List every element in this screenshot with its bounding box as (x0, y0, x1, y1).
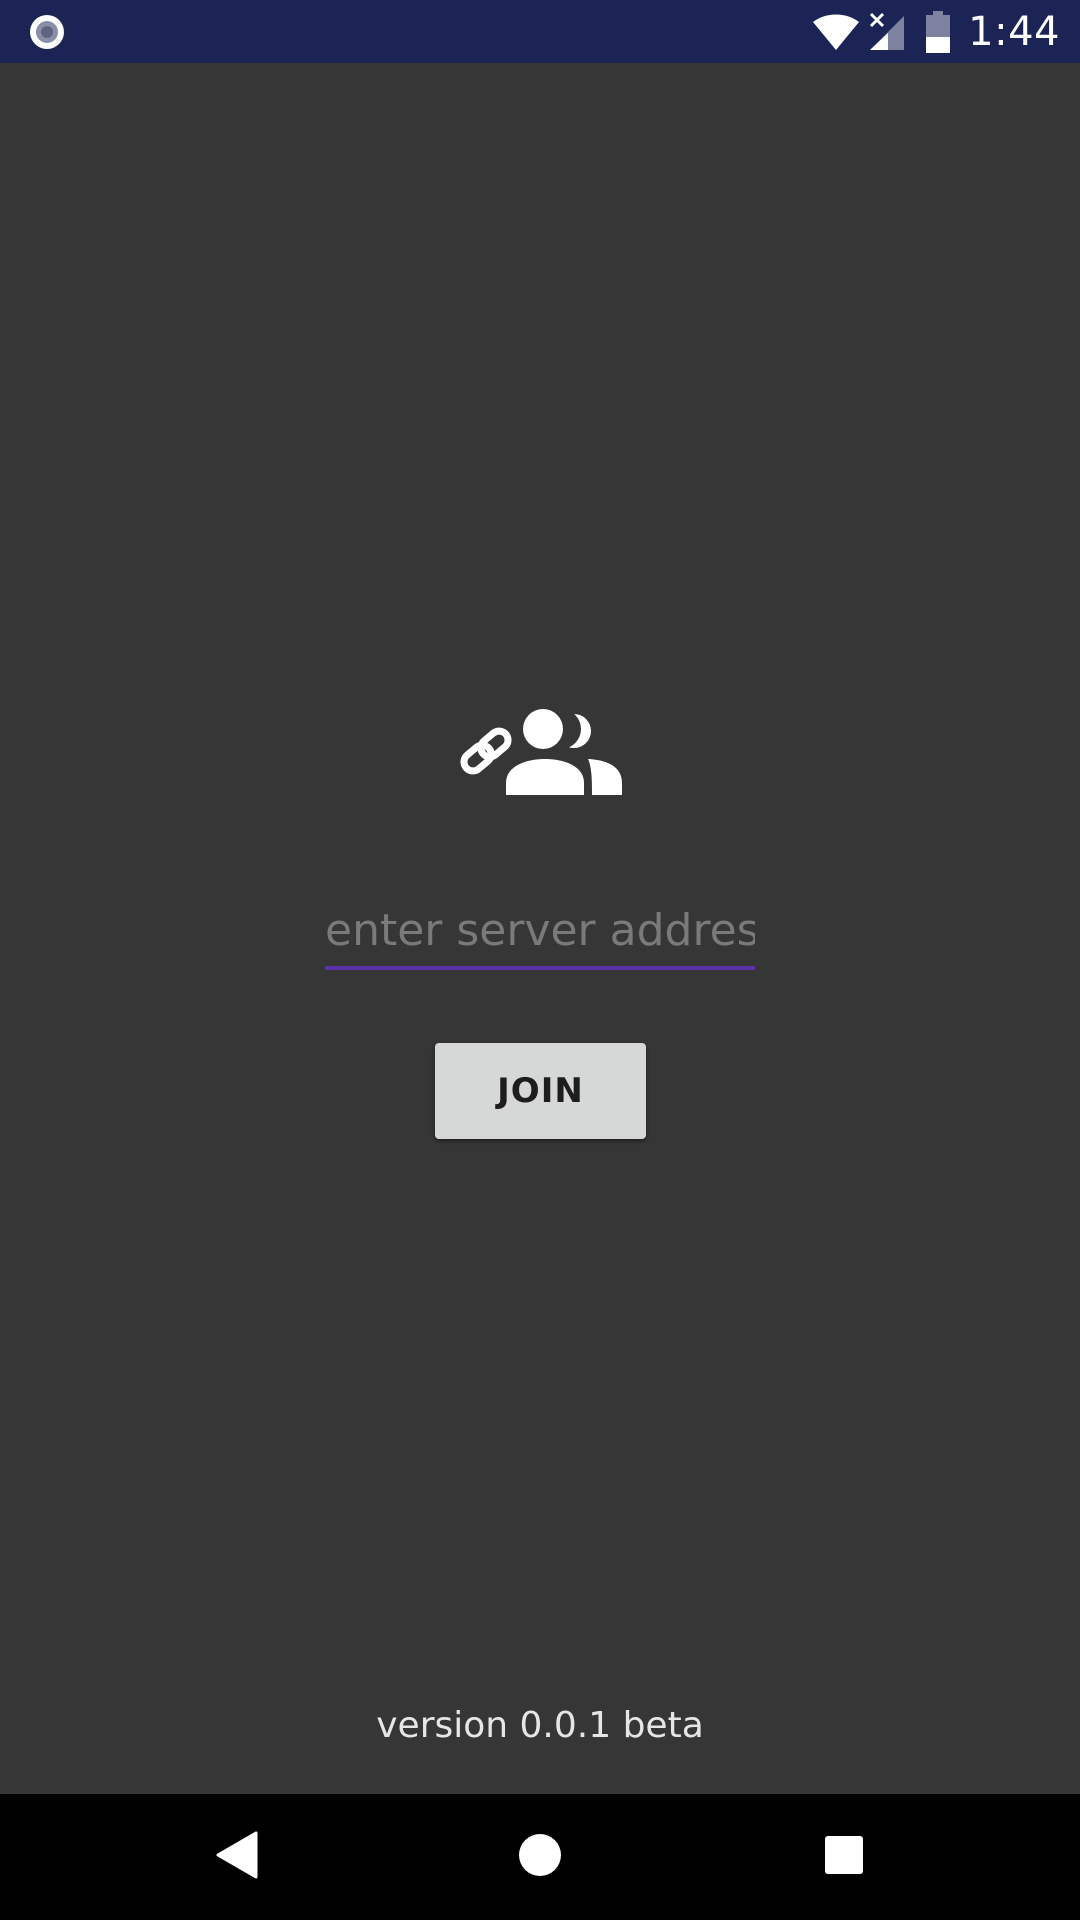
status-bar: 1:44 (0, 0, 1080, 63)
join-button[interactable]: JOIN (435, 1043, 646, 1139)
back-icon (214, 1831, 258, 1883)
server-address-field[interactable] (325, 894, 755, 970)
recents-button[interactable] (774, 1794, 914, 1920)
link-people-icon (458, 703, 622, 795)
home-button[interactable] (470, 1794, 610, 1920)
home-icon (518, 1833, 562, 1881)
record-icon (28, 13, 66, 51)
wifi-icon (812, 12, 860, 52)
status-time: 1:44 (968, 8, 1060, 55)
recents-icon (824, 1835, 864, 1879)
version-label: version 0.0.1 beta (376, 1705, 704, 1746)
status-icons: 1:44 (812, 0, 1060, 63)
app-screen: 1:44 JOIN version 0.0.1 beta (0, 0, 1080, 1920)
input-underline (325, 966, 755, 970)
server-address-input[interactable] (325, 894, 755, 966)
signal-no-data-icon (868, 12, 908, 52)
back-button[interactable] (166, 1794, 306, 1920)
battery-icon (926, 10, 951, 53)
navigation-bar (0, 1794, 1080, 1920)
